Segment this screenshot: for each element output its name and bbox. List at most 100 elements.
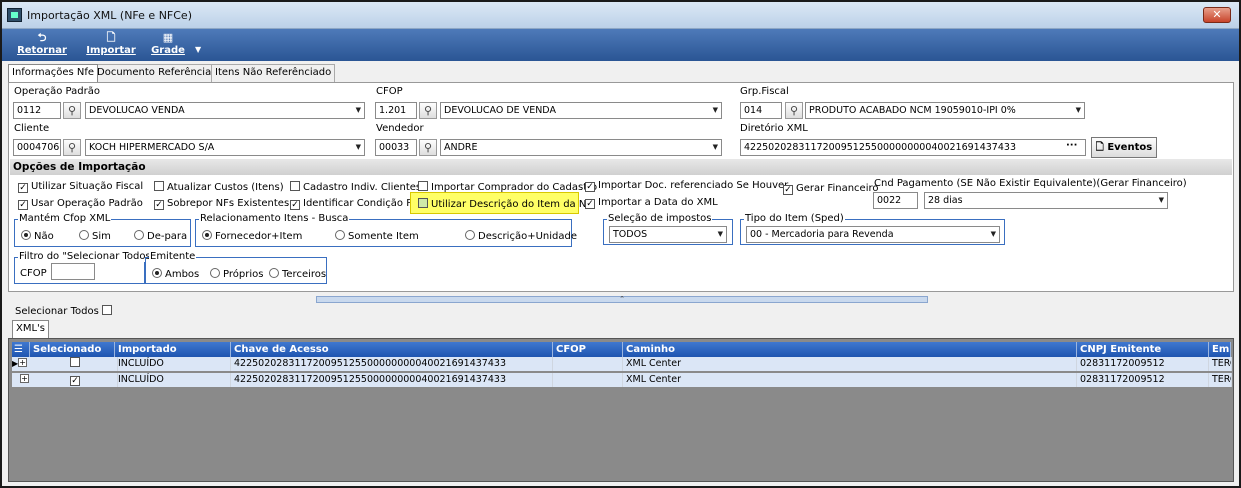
row-indicator: + [12,373,32,387]
usar-operacao-padrao-checkbox[interactable]: ✓ Usar Operação Padrão [18,198,143,210]
emitente-group: Emitente Ambos Próprios Terceiros [145,251,327,284]
search-icon[interactable]: ⚲ [785,102,803,119]
tab-documento-referenciado[interactable]: Documento Referênciado [93,64,228,82]
utilizar-situacao-fiscal-checkbox[interactable]: ✓ Utilizar Situação Fiscal [18,181,143,193]
tipo-item-select[interactable]: 00 - Mercadoria para Revenda [746,226,1000,243]
somente-item-radio[interactable]: Somente Item [335,230,419,242]
table-row[interactable]: + ✓ INCLUÍDO 422502028311720095125500000… [12,373,1232,387]
mantem-cfop-group: Mantém Cfop XML Não Sim De-para [14,213,191,247]
search-icon[interactable]: ⚲ [63,139,81,156]
expand-icon[interactable]: + [20,374,29,383]
return-icon: ⮌ [37,31,47,44]
tab-xmls[interactable]: XML's [12,320,50,338]
checkbox-icon [290,181,300,191]
checkbox-icon: ✓ [585,199,595,209]
tab-informacoes-nfe[interactable]: Informações Nfe [8,64,99,82]
cnd-pagamento-code-input[interactable]: 0022 [873,192,918,209]
importar-doc-referenciado-checkbox[interactable]: ✓ Importar Doc. referenciado Se Houver [585,180,788,192]
emitente-ambos-radio[interactable]: Ambos [152,268,199,280]
atualizar-custos-checkbox[interactable]: Atualizar Custos (Itens) [154,181,284,193]
eventos-button[interactable]: 🗋 Eventos [1091,137,1157,158]
main-window: Importação XML (NFe e NFCe) ✕ ⮌ Retornar… [0,0,1241,488]
radio-icon [134,230,144,240]
grade-dropdown-icon[interactable]: ▼ [195,45,201,54]
utilizar-descricao-item-checkbox[interactable]: Utilizar Descrição do Item da NF [418,198,592,210]
fornecedor-item-radio[interactable]: Fornecedor+Item [202,230,302,242]
checkbox-icon [418,181,428,191]
panel-splitter[interactable]: ⌃ [316,296,928,303]
importar-button[interactable]: 🗋 Importar [86,31,136,59]
checkbox-icon: ✓ [70,376,80,386]
col-selecionado[interactable]: Selecionado [30,342,115,357]
col-caminho[interactable]: Caminho [623,342,1077,357]
sobrepor-nfs-checkbox[interactable]: ✓ Sobrepor NFs Existentes [154,198,289,210]
cadastro-indiv-clientes-checkbox[interactable]: Cadastro Indiv. Clientes [290,181,421,193]
search-icon[interactable]: ⚲ [63,102,81,119]
checkbox-icon [70,357,80,367]
cliente-select[interactable]: KOCH HIPERMERCADO S/A [85,139,365,156]
filtro-cfop-label: CFOP [20,268,47,279]
operacao-code-input[interactable]: 0112 [13,102,61,119]
tab-itens-nao-referenciado[interactable]: Itens Não Referênciado [211,64,336,82]
grid-options-icon[interactable]: ☰ [12,342,30,357]
close-button[interactable]: ✕ [1203,7,1231,23]
mantem-cfop-nao-radio[interactable]: Não [21,230,54,242]
mantem-cfop-depara-radio[interactable]: De-para [134,230,187,242]
browse-dots-button[interactable]: ··· [1066,140,1077,151]
col-importado[interactable]: Importado [115,342,231,357]
operacao-select[interactable]: DEVOLUCAO VENDA [85,102,365,119]
cfop-select[interactable]: DEVOLUCAO DE VENDA [440,102,722,119]
mantem-cfop-sim-radio[interactable]: Sim [79,230,111,242]
cliente-code-input[interactable]: 0004706 [13,139,61,156]
radio-icon [210,268,220,278]
retornar-button[interactable]: ⮌ Retornar [16,31,68,59]
search-icon[interactable]: ⚲ [419,102,437,119]
grp-fiscal-select[interactable]: PRODUTO ACABADO NCM 19059010-IPI 0% [805,102,1085,119]
diretorio-label: Diretório XML [740,123,808,134]
emitente-title: Emitente [149,251,197,262]
cell-emit: TERC [1209,373,1232,387]
checkbox-icon: ✓ [18,200,28,210]
operacao-label: Operação Padrão [14,86,100,97]
search-icon[interactable]: ⚲ [419,139,437,156]
cell-caminho: XML Center [623,373,1077,387]
cell-selecionado[interactable] [33,357,118,371]
selecao-impostos-select[interactable]: TODOS [609,226,727,243]
radio-icon [202,230,212,240]
expand-icon[interactable]: + [18,358,28,367]
grp-fiscal-label: Grp.Fiscal [740,86,789,97]
emitente-terceiros-radio[interactable]: Terceiros [269,268,326,280]
vendedor-select[interactable]: ANDRE [440,139,722,156]
selecionar-todos-checkbox[interactable]: Selecionar Todos [15,305,115,317]
filtro-cfop-input[interactable] [51,263,95,280]
vendedor-code-input[interactable]: 00033 [375,139,417,156]
filtro-group: Filtro do "Selecionar Todos" CFOP [14,251,157,284]
cell-importado: INCLUÍDO [115,357,231,371]
col-emitente[interactable]: Emit [1209,342,1231,357]
cell-importado: INCLUÍDO [115,373,231,387]
importar-data-xml-checkbox[interactable]: ✓ Importar a Data do XML [585,197,718,209]
grp-fiscal-code-input[interactable]: 014 [740,102,782,119]
col-cfop[interactable]: CFOP [553,342,623,357]
radio-icon [79,230,89,240]
grade-button[interactable]: ▦ Grade [150,31,186,59]
descricao-unidade-radio[interactable]: Descrição+Unidade [465,230,577,242]
cell-chave: 4225020283117200951255000000000400216914… [231,357,553,371]
diretorio-input[interactable]: 4225020283117200951255000000000400216914… [740,139,1086,156]
table-row[interactable]: ▶+ INCLUÍDO 4225020283117200951255000000… [12,357,1232,371]
cell-cfop [553,373,623,387]
cnd-pagamento-label: Cnd Pagamento (SE Não Existir Equivalent… [874,178,1187,189]
opcoes-header: Opções de Importação [10,159,1232,175]
selecao-impostos-title: Seleção de impostos [607,213,713,224]
col-chave-acesso[interactable]: Chave de Acesso [231,342,553,357]
cell-cfop [553,357,623,371]
emitente-proprios-radio[interactable]: Próprios [210,268,263,280]
cnd-pagamento-select[interactable]: 28 dias [924,192,1168,209]
identificar-condicao-checkbox[interactable]: ✓ Identificar Condição Pgto [290,198,429,210]
checkbox-icon [418,198,428,208]
filtro-title: Filtro do "Selecionar Todos" [18,251,157,262]
col-cnpj-emitente[interactable]: CNPJ Emitente [1077,342,1209,357]
gerar-financeiro-checkbox[interactable]: ✓ Gerar Financeiro [783,183,878,195]
cfop-code-input[interactable]: 1.201 [375,102,417,119]
cell-selecionado[interactable]: ✓ [33,373,118,387]
